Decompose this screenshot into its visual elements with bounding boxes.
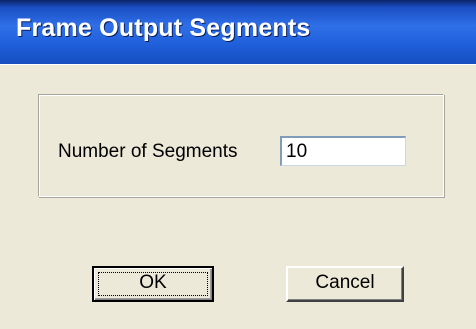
frame-output-segments-dialog: Frame Output Segments Number of Segments… [0, 0, 476, 329]
segments-label: Number of Segments [58, 141, 238, 162]
ok-button[interactable]: OK [92, 266, 214, 302]
cancel-button-label: Cancel [315, 272, 375, 293]
title-bar[interactable]: Frame Output Segments [0, 0, 476, 64]
ok-button-label: OK [139, 272, 167, 293]
segments-input[interactable] [280, 136, 406, 166]
cancel-button[interactable]: Cancel [286, 266, 404, 302]
dialog-title: Frame Output Segments [16, 14, 311, 42]
